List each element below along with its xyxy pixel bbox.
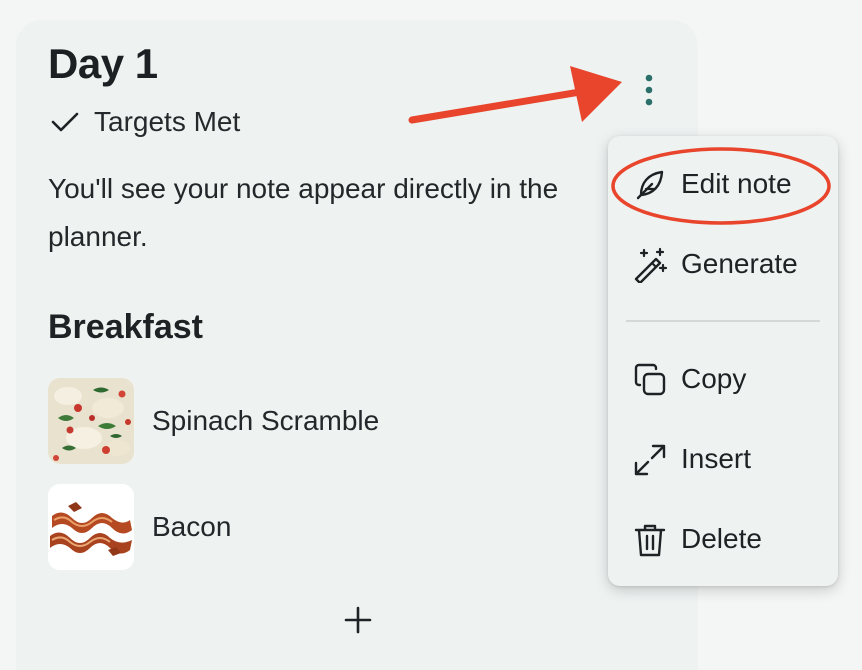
menu-item-delete[interactable]: Delete bbox=[608, 508, 838, 570]
day-note: You'll see your note appear directly in … bbox=[48, 173, 559, 252]
food-item-spinach-scramble[interactable]: Spinach Scramble bbox=[48, 377, 379, 465]
add-food-button[interactable] bbox=[338, 600, 378, 640]
bacon-photo bbox=[48, 484, 134, 570]
annotation-highlight bbox=[611, 147, 831, 225]
food-item-bacon[interactable]: Bacon bbox=[48, 483, 231, 571]
menu-item-generate[interactable]: Generate bbox=[608, 233, 838, 295]
plus-icon bbox=[344, 606, 372, 634]
menu-item-label: Copy bbox=[681, 363, 747, 394]
targets-label: Targets Met bbox=[94, 106, 241, 137]
spinach-scramble-photo bbox=[48, 378, 134, 464]
more-options-button[interactable] bbox=[634, 68, 664, 112]
trash-icon bbox=[632, 522, 668, 558]
day-title: Day 1 bbox=[48, 40, 158, 87]
more-vertical-icon bbox=[645, 74, 653, 106]
copy-icon bbox=[632, 362, 668, 398]
expand-arrows-icon bbox=[632, 442, 668, 478]
planner-screen: Day 1 Targets Met You'll see your note a… bbox=[0, 0, 862, 670]
menu-item-insert[interactable]: Insert bbox=[608, 428, 838, 490]
menu-item-label: Insert bbox=[681, 443, 752, 474]
targets-status: Targets Met bbox=[50, 102, 240, 142]
food-name: Spinach Scramble bbox=[152, 405, 380, 436]
magic-wand-icon bbox=[632, 247, 668, 283]
menu-divider bbox=[626, 320, 820, 322]
check-icon bbox=[50, 110, 80, 134]
meal-heading: Breakfast bbox=[48, 308, 203, 346]
menu-item-label: Generate bbox=[681, 248, 798, 279]
food-name: Bacon bbox=[152, 511, 232, 542]
annotation-arrow bbox=[408, 66, 622, 124]
menu-item-label: Delete bbox=[681, 523, 762, 554]
menu-item-copy[interactable]: Copy bbox=[608, 348, 838, 410]
